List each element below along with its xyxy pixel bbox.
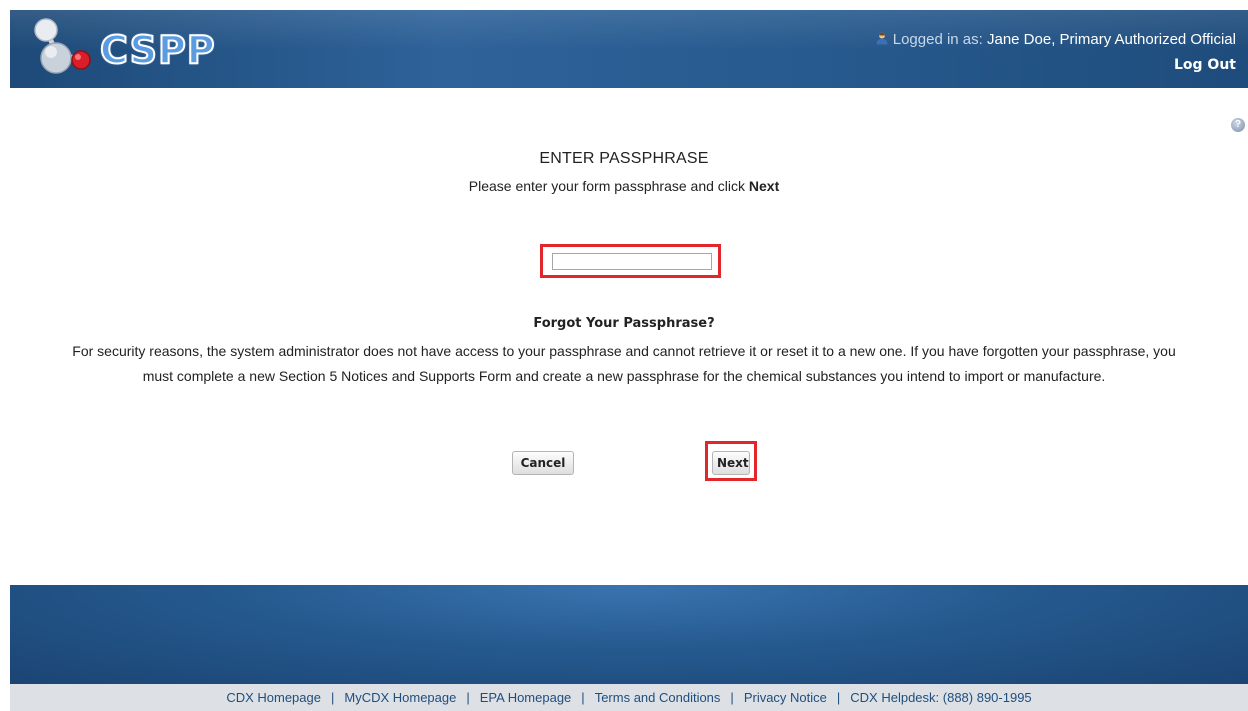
help-icon[interactable]: ? xyxy=(1231,118,1245,132)
forgot-text: For security reasons, the system adminis… xyxy=(72,343,1176,384)
footer-link-terms[interactable]: Terms and Conditions xyxy=(595,690,721,705)
next-button[interactable]: Next xyxy=(712,451,750,475)
page: CSPP Logged in as: Jane Doe, Primary Aut… xyxy=(0,0,1248,711)
footer-link-mycdx-homepage[interactable]: MyCDX Homepage xyxy=(344,690,456,705)
footer-link-epa-homepage[interactable]: EPA Homepage xyxy=(480,690,572,705)
user-icon xyxy=(876,32,888,45)
cspp-logo[interactable]: CSPP xyxy=(28,16,228,82)
header-banner: CSPP Logged in as: Jane Doe, Primary Aut… xyxy=(10,10,1248,88)
logged-in-label: Logged in as: xyxy=(892,31,983,48)
instruction-bold: Next xyxy=(748,178,780,194)
molecule-icon xyxy=(34,18,91,74)
passphrase-input[interactable] xyxy=(552,253,712,270)
footer-links: CDX Homepage | MyCDX Homepage | EPA Homepage… xyxy=(10,684,1248,711)
footer-link-helpdesk[interactable]: CDX Helpdesk: (888) 890-1995 xyxy=(850,690,1031,705)
footer-banner xyxy=(10,585,1248,684)
footer-separator: | xyxy=(330,690,335,705)
instruction-text: Please enter your form passphrase and cl… xyxy=(0,178,1248,194)
footer-separator: | xyxy=(581,690,585,705)
forgot-heading: Forgot Your Passphrase? xyxy=(533,316,715,331)
logo-text: CSPP xyxy=(99,27,216,73)
footer-link-privacy[interactable]: Privacy Notice xyxy=(744,690,827,705)
footer-separator: | xyxy=(836,690,841,705)
cancel-button[interactable]: Cancel xyxy=(512,451,574,475)
passphrase-highlight xyxy=(540,244,721,278)
footer-link-cdx-homepage[interactable]: CDX Homepage xyxy=(226,690,321,705)
page-title: ENTER PASSPHRASE xyxy=(539,150,709,167)
user-name: Jane Doe, Primary Authorized Official xyxy=(986,31,1236,48)
logged-in-info: Logged in as: Jane Doe, Primary Authoriz… xyxy=(875,31,1236,48)
next-highlight: Next xyxy=(705,441,757,481)
footer-separator: | xyxy=(730,690,734,705)
instruction-prefix: Please enter your form passphrase and cl… xyxy=(468,178,745,194)
logout-link[interactable]: Log Out xyxy=(1174,57,1236,73)
footer-separator: | xyxy=(466,690,470,705)
